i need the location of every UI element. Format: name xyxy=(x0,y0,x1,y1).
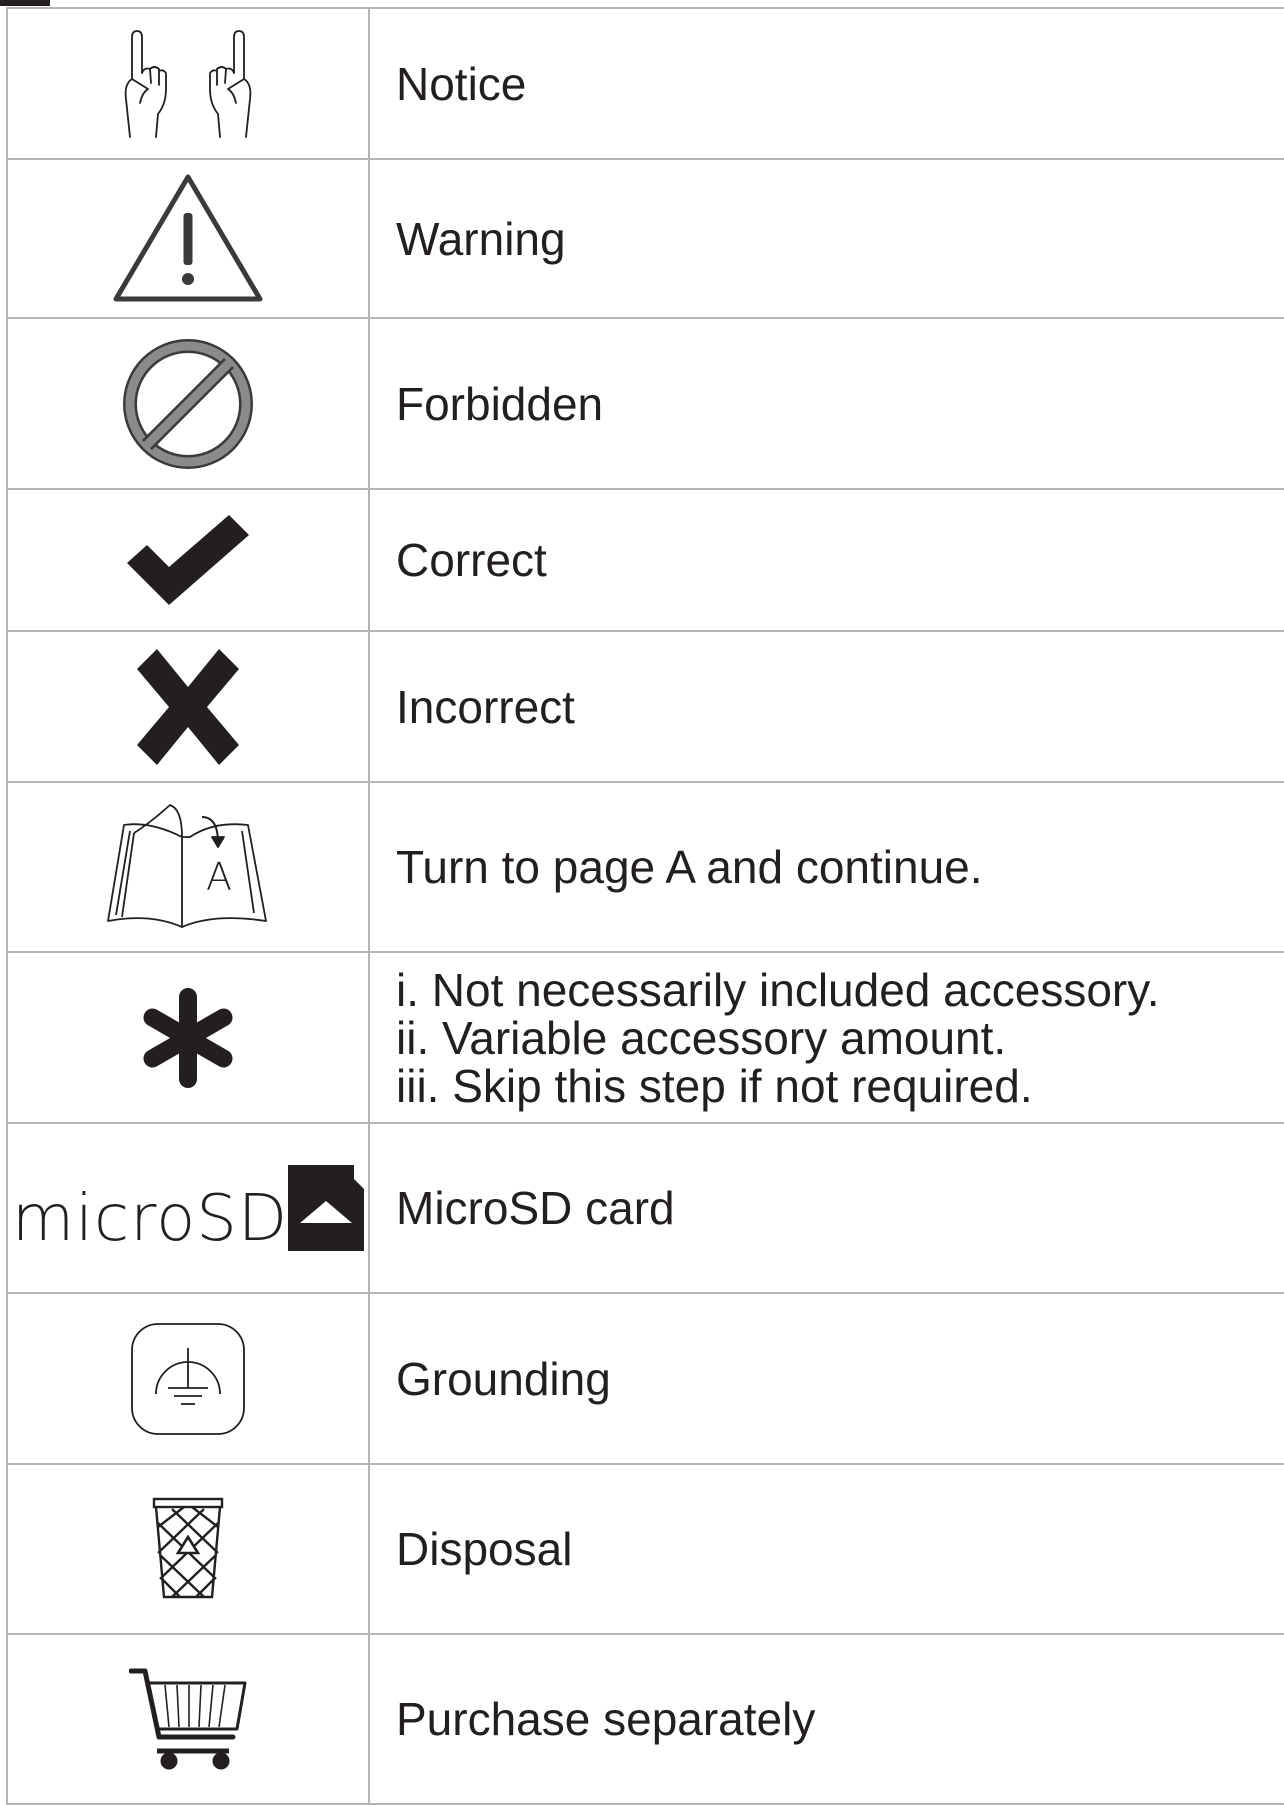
forbidden-icon xyxy=(121,337,255,471)
table-row: A Turn to page A and continue. xyxy=(6,781,1284,953)
note-line: i. Not necessarily included accessory. xyxy=(396,963,1160,1016)
row-label: MicroSD card xyxy=(368,1122,1284,1294)
symbol-legend-table: Notice Warning Forbidden Correct Incorre… xyxy=(6,7,1284,1805)
book-page-letter: A xyxy=(206,855,232,899)
microsd-logo-text: microSD xyxy=(11,1182,289,1256)
table-row: Incorrect xyxy=(6,630,1284,783)
icon-cell xyxy=(6,951,370,1124)
table-row: Grounding xyxy=(6,1292,1284,1465)
icon-cell xyxy=(6,1633,370,1805)
grounding-icon xyxy=(130,1322,246,1436)
icon-cell xyxy=(6,1292,370,1465)
icon-cell: microSD xyxy=(6,1122,370,1294)
table-row: Notice xyxy=(6,7,1284,160)
icon-cell xyxy=(6,630,370,783)
legend-page: Notice Warning Forbidden Correct Incorre… xyxy=(0,0,1284,1805)
table-row: microSD MicroSD card xyxy=(6,1122,1284,1294)
cross-icon xyxy=(135,647,241,767)
shopping-cart-icon xyxy=(129,1667,247,1771)
table-row: Disposal xyxy=(6,1463,1284,1635)
note-line: iii. Skip this step if not required. xyxy=(396,1059,1033,1112)
warning-triangle-icon xyxy=(110,171,266,307)
hands-pointing-icon xyxy=(118,29,258,139)
asterisk-icon xyxy=(135,987,241,1088)
icon-cell: A xyxy=(6,781,370,953)
table-row: Forbidden xyxy=(6,317,1284,490)
row-label: Correct xyxy=(368,488,1284,632)
open-book-icon: A xyxy=(106,803,270,931)
row-label: Notice xyxy=(368,7,1284,160)
table-row: Purchase separately xyxy=(6,1633,1284,1805)
microsd-card-icon: microSD xyxy=(11,1165,365,1256)
row-label: Turn to page A and continue. xyxy=(368,781,1284,953)
row-label: Disposal xyxy=(368,1463,1284,1635)
icon-cell xyxy=(6,158,370,319)
table-row: Correct xyxy=(6,488,1284,632)
icon-cell xyxy=(6,488,370,632)
notes-cell: i. Not necessarily included accessory. i… xyxy=(368,951,1284,1124)
disposal-bin-icon xyxy=(152,1497,224,1601)
row-label: Purchase separately xyxy=(368,1633,1284,1805)
row-label: Incorrect xyxy=(368,630,1284,783)
icon-cell xyxy=(6,317,370,490)
row-label: Warning xyxy=(368,158,1284,319)
note-line: ii. Variable accessory amount. xyxy=(396,1011,1007,1064)
icon-cell xyxy=(6,1463,370,1635)
icon-cell xyxy=(6,7,370,160)
checkmark-icon xyxy=(125,513,251,607)
table-row: Warning xyxy=(6,158,1284,319)
row-label: Forbidden xyxy=(368,317,1284,490)
crop-mark xyxy=(0,0,50,6)
row-label: Grounding xyxy=(368,1292,1284,1465)
table-row: i. Not necessarily included accessory. i… xyxy=(6,951,1284,1124)
